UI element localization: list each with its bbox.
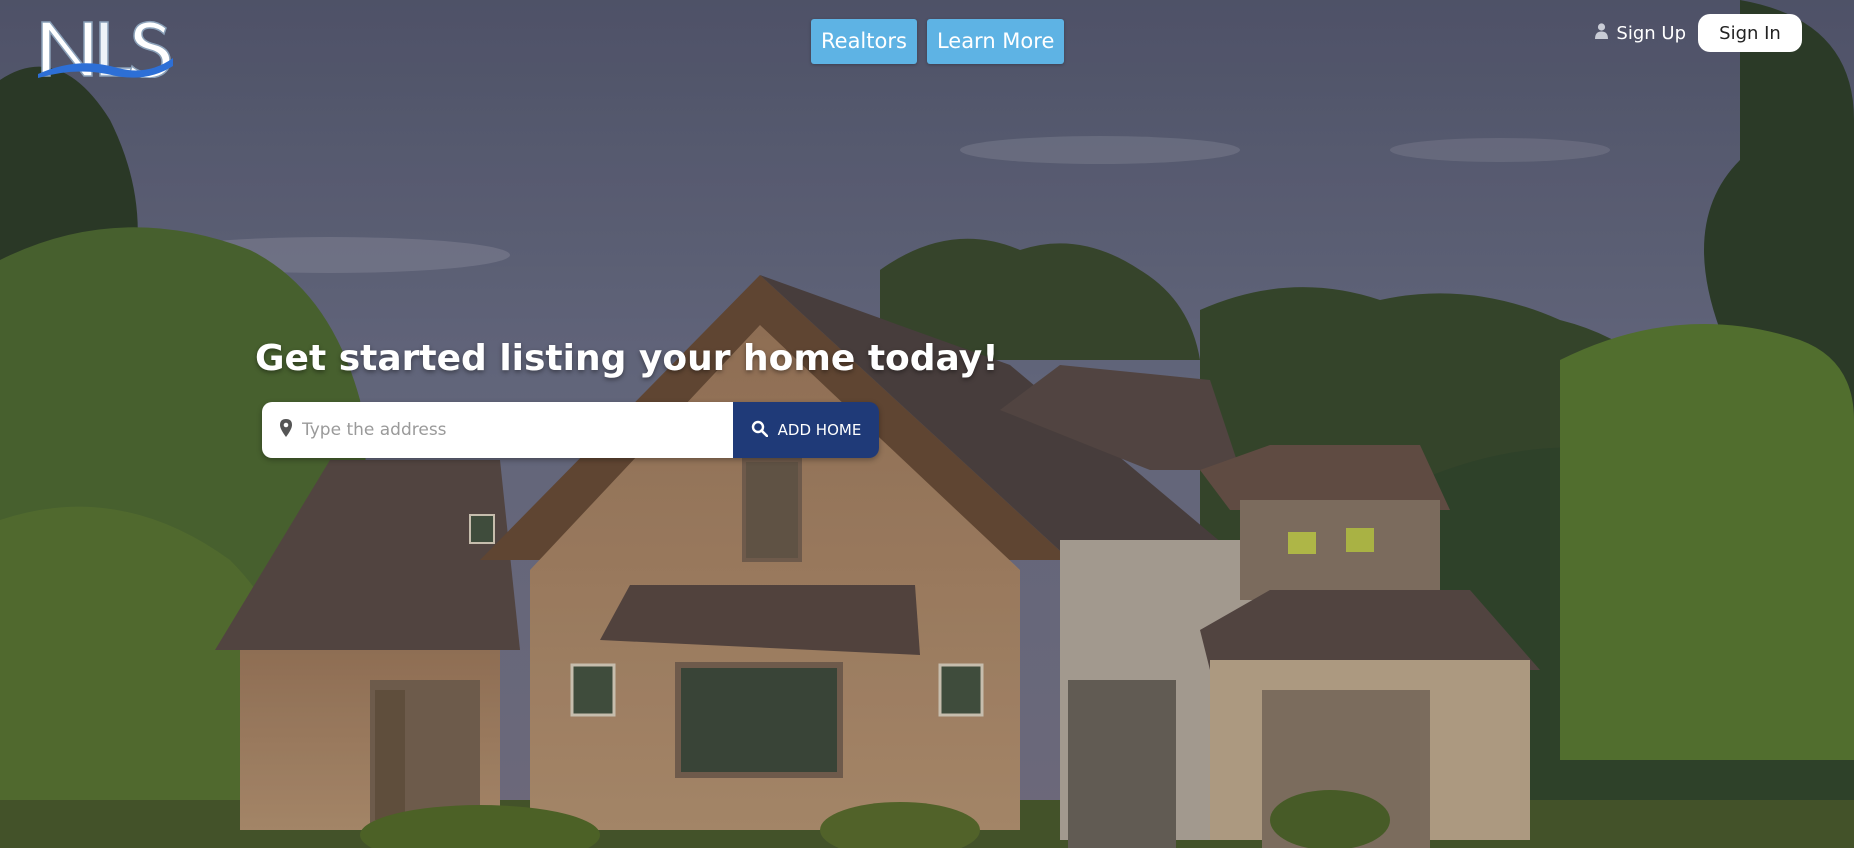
address-input[interactable] [300,419,704,441]
address-field [262,402,733,458]
add-home-button[interactable]: ADD HOME [733,402,879,458]
nls-logo[interactable] [38,18,173,79]
top-nav: Realtors Learn More [811,19,1065,64]
sign-in-button[interactable]: Sign In [1698,14,1802,52]
learn-more-button[interactable]: Learn More [926,19,1065,64]
map-pin-icon [280,419,292,441]
sign-up-link[interactable]: Sign Up [1595,23,1686,44]
add-home-label: ADD HOME [777,421,862,439]
auth-area: Sign Up Sign In [1595,14,1802,52]
logo-mark [38,20,173,79]
sign-up-label: Sign Up [1616,22,1686,44]
address-search-bar: ADD HOME [262,402,879,458]
search-icon [751,420,768,441]
hero-headline: Get started listing your home today! [255,338,999,379]
realtors-button[interactable]: Realtors [811,19,917,64]
user-icon [1595,22,1609,44]
